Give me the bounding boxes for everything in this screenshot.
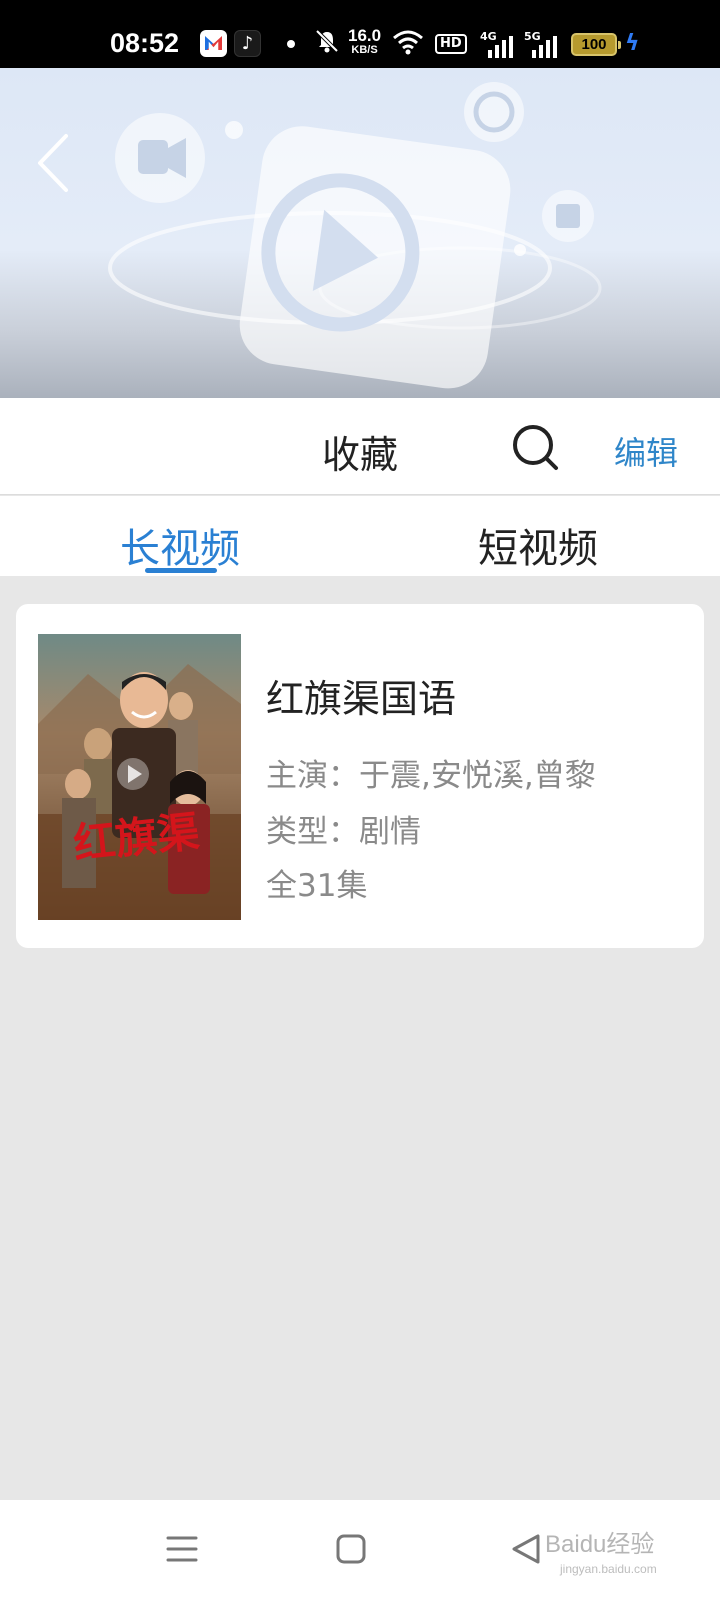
home-icon: [336, 1534, 366, 1564]
video-episodes: 全31集: [266, 868, 368, 904]
nav-back-button[interactable]: [508, 1530, 548, 1570]
battery-icon: 100: [571, 33, 621, 56]
tab-long-video[interactable]: 长视频: [120, 516, 240, 574]
tab-active-indicator: [145, 568, 217, 573]
video-genre: 类型：剧情: [266, 814, 421, 850]
wifi-icon: [393, 30, 423, 55]
header-banner: [0, 68, 720, 398]
tab-short-video[interactable]: 短视频: [478, 516, 598, 574]
net-speed: 16.0 KB/S: [348, 26, 382, 58]
net-speed-value: 16.0: [348, 26, 382, 45]
status-bar: 08:52 ♪ 16.0 KB/S HD 4G 5G 100 ϟ: [0, 0, 720, 68]
watermark-sub: jingyan.baidu.com: [560, 1562, 657, 1576]
menu-button[interactable]: [164, 1530, 204, 1570]
charging-icon: ϟ: [625, 31, 640, 56]
video-cast: 主演：于震,安悦溪,曾黎: [266, 758, 596, 794]
hd-badge: HD: [435, 34, 467, 54]
status-time: 08:52: [110, 28, 180, 58]
tab-bar: 长视频 短视频: [0, 496, 720, 576]
signal-icon: [532, 36, 558, 58]
title-bar: 收藏 编辑: [0, 398, 720, 495]
home-button[interactable]: [334, 1530, 374, 1570]
video-poster[interactable]: 红旗渠: [38, 634, 241, 920]
back-triangle-icon: [512, 1534, 540, 1564]
search-icon: [513, 425, 558, 470]
page-title: 收藏: [321, 433, 398, 477]
notification-dot: [287, 40, 295, 48]
search-button[interactable]: [510, 422, 562, 474]
mute-icon: [315, 29, 339, 53]
menu-icon: [166, 1536, 198, 1562]
favorite-item-card[interactable]: 红旗渠 红旗渠国语 主演：于震,安悦溪,曾黎 类型：剧情 全31集: [16, 604, 704, 948]
tiktok-icon: ♪: [234, 30, 261, 57]
video-title: 红旗渠国语: [266, 677, 457, 721]
net-speed-unit: KB/S: [351, 44, 378, 56]
app-notification-icon: [200, 30, 227, 57]
signal-icon: [488, 36, 514, 58]
video-illustration: [108, 82, 602, 389]
back-button[interactable]: [30, 128, 80, 198]
edit-button[interactable]: 编辑: [614, 428, 678, 474]
watermark: Baidu经验: [545, 1531, 655, 1558]
chevron-left-icon: [38, 134, 68, 192]
system-nav-bar: Baidu经验 jingyan.baidu.com: [0, 1500, 720, 1600]
